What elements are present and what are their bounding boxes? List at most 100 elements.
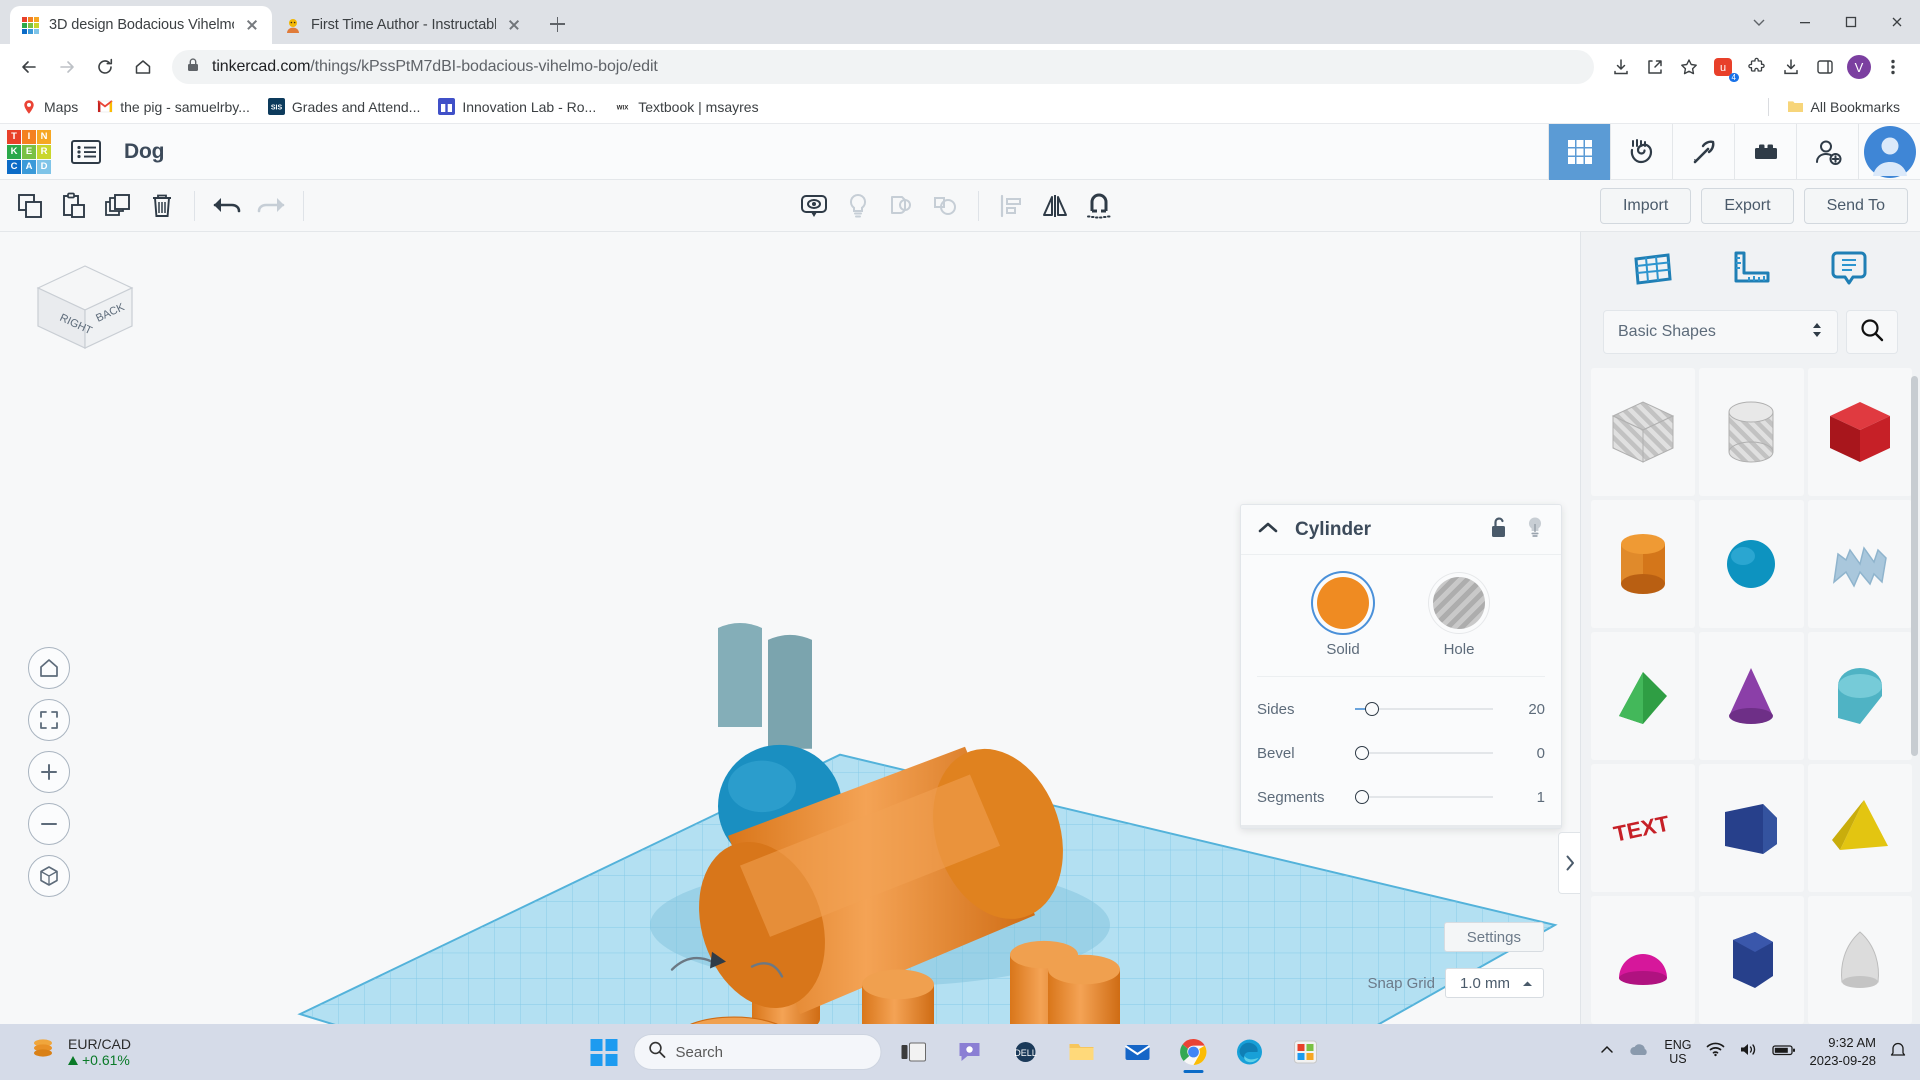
bookmark-textbook[interactable]: WIX Textbook | msayres: [606, 94, 766, 119]
wifi-icon[interactable]: [1706, 1042, 1725, 1062]
group-icon[interactable]: [880, 184, 924, 228]
solid-color-swatch[interactable]: [1317, 577, 1369, 629]
shape-pyramid[interactable]: [1808, 764, 1912, 892]
page-title[interactable]: Dog: [124, 140, 164, 164]
notification-icon[interactable]: [1890, 1042, 1906, 1063]
workplane-icon[interactable]: [1625, 244, 1679, 294]
ortho-perspective-icon[interactable]: [28, 855, 70, 897]
slider-knob[interactable]: [1355, 746, 1369, 760]
shape-cylinder-hole[interactable]: [1699, 368, 1803, 496]
panel-collapse-toggle[interactable]: [1558, 832, 1580, 894]
shape-box[interactable]: [1808, 368, 1912, 496]
tinkercad-logo-icon[interactable]: T I N K E R C A D: [0, 124, 58, 180]
task-view-icon[interactable]: [890, 1030, 938, 1074]
shape-paraboloid[interactable]: [1808, 896, 1912, 1024]
bookmark-innovation-lab[interactable]: Innovation Lab - Ro...: [430, 94, 604, 119]
side-panel-icon[interactable]: [1810, 52, 1840, 82]
taskbar-widget[interactable]: EUR/CAD +0.61%: [0, 1035, 131, 1070]
browser-tab-active[interactable]: 3D design Bodacious Vihelmo-B: [10, 6, 272, 44]
list-menu-icon[interactable]: [64, 124, 108, 180]
snap-grid-select[interactable]: 1.0 mm: [1445, 968, 1544, 998]
puzzle-extensions-icon[interactable]: [1742, 52, 1772, 82]
onedrive-icon[interactable]: [1628, 1042, 1650, 1063]
chevron-up-icon[interactable]: [1257, 520, 1279, 539]
maximize-icon[interactable]: [1828, 0, 1874, 44]
battery-icon[interactable]: [1772, 1043, 1796, 1062]
ruler-icon[interactable]: [1723, 244, 1777, 294]
hole-option[interactable]: Hole: [1433, 577, 1485, 658]
slider-track[interactable]: [1355, 746, 1501, 760]
send-to-button[interactable]: Send To: [1804, 188, 1908, 224]
shape-polygon[interactable]: [1699, 896, 1803, 1024]
volume-icon[interactable]: [1739, 1042, 1758, 1062]
shape-roof[interactable]: [1591, 632, 1695, 760]
view-cube[interactable]: RIGHT BACK: [28, 260, 143, 355]
mail-icon[interactable]: [1114, 1030, 1162, 1074]
taskbar-clock[interactable]: 9:32 AM 2023-09-28: [1810, 1034, 1877, 1069]
reload-icon[interactable]: [88, 50, 122, 84]
shape-scribble[interactable]: [1808, 500, 1912, 628]
shape-half-sphere[interactable]: [1591, 896, 1695, 1024]
align-icon[interactable]: [989, 184, 1033, 228]
unlock-icon[interactable]: [1489, 515, 1509, 544]
store-icon[interactable]: [1282, 1030, 1330, 1074]
language-indicator[interactable]: ENG US: [1664, 1038, 1691, 1067]
downloads-icon[interactable]: [1776, 52, 1806, 82]
shape-wedge[interactable]: [1699, 764, 1803, 892]
all-bookmarks-button[interactable]: All Bookmarks: [1779, 94, 1908, 119]
export-button[interactable]: Export: [1701, 188, 1793, 224]
shape-text[interactable]: TEXT: [1591, 764, 1695, 892]
close-icon[interactable]: [243, 16, 261, 34]
file-explorer-icon[interactable]: [1058, 1030, 1106, 1074]
home-view-icon[interactable]: [28, 647, 70, 689]
shape-cone[interactable]: [1699, 632, 1803, 760]
bookmark-star-icon[interactable]: [1674, 52, 1704, 82]
shape-box-hole[interactable]: [1591, 368, 1695, 496]
redo-icon[interactable]: [249, 184, 293, 228]
extension-badge-icon[interactable]: u 4: [1708, 52, 1738, 82]
note-icon[interactable]: [1822, 244, 1876, 294]
grid-blocks-icon[interactable]: [1548, 124, 1610, 180]
shape-round-roof[interactable]: [1808, 632, 1912, 760]
undo-icon[interactable]: [205, 184, 249, 228]
close-icon[interactable]: [1874, 0, 1920, 44]
ungroup-icon[interactable]: [924, 184, 968, 228]
slider-value[interactable]: 1: [1501, 789, 1545, 806]
import-button[interactable]: Import: [1600, 188, 1691, 224]
slider-track[interactable]: [1355, 702, 1501, 716]
settings-button[interactable]: Settings: [1444, 922, 1544, 952]
invite-person-icon[interactable]: [1796, 124, 1858, 180]
new-tab-button[interactable]: [540, 7, 574, 41]
show-hide-icon[interactable]: [792, 184, 836, 228]
magnet-icon[interactable]: [1077, 184, 1121, 228]
shape-sphere[interactable]: [1699, 500, 1803, 628]
slider-track[interactable]: [1355, 790, 1501, 804]
codeblocks-icon[interactable]: [1610, 124, 1672, 180]
home-icon[interactable]: [126, 50, 160, 84]
back-icon[interactable]: [12, 50, 46, 84]
bookmark-the-pig[interactable]: the pig - samuelrby...: [88, 94, 258, 119]
slider-value[interactable]: 20: [1501, 701, 1545, 718]
paste-icon[interactable]: [52, 184, 96, 228]
minimize-icon[interactable]: [1782, 0, 1828, 44]
profile-avatar-icon[interactable]: V: [1844, 52, 1874, 82]
close-icon[interactable]: [505, 16, 523, 34]
fit-all-icon[interactable]: [28, 699, 70, 741]
slider-value[interactable]: 0: [1501, 745, 1545, 762]
taskbar-search-input[interactable]: Search: [634, 1034, 882, 1070]
shapes-search-button[interactable]: [1846, 310, 1898, 354]
teams-chat-icon[interactable]: [946, 1030, 994, 1074]
windows-logo-icon[interactable]: [591, 1039, 618, 1066]
chrome-icon[interactable]: [1170, 1030, 1218, 1074]
shape-cylinder[interactable]: [1591, 500, 1695, 628]
bookmark-grades[interactable]: SIS Grades and Attend...: [260, 94, 428, 119]
copy-icon[interactable]: [8, 184, 52, 228]
3d-canvas[interactable]: RIGHT BACK: [0, 232, 1580, 1024]
light-bulb-icon[interactable]: [1525, 515, 1545, 544]
shapes-category-select[interactable]: Basic Shapes: [1603, 310, 1838, 354]
dell-icon[interactable]: DELL: [1002, 1030, 1050, 1074]
share-icon[interactable]: [1640, 52, 1670, 82]
mirror-icon[interactable]: [1033, 184, 1077, 228]
download-icon[interactable]: [1606, 52, 1636, 82]
lego-brick-icon[interactable]: [1734, 124, 1796, 180]
